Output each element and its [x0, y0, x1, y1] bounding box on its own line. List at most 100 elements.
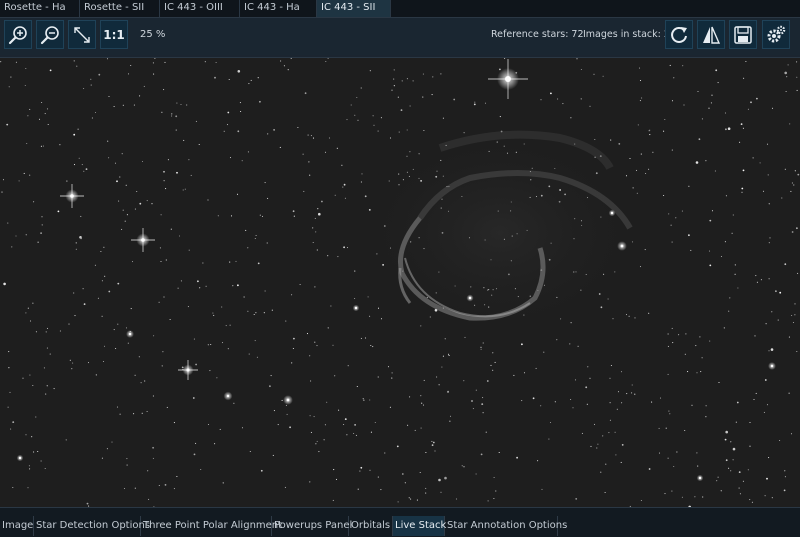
tab-rosette-ha[interactable]: Rosette - Ha: [0, 0, 80, 17]
star: [327, 255, 329, 257]
star: [629, 157, 631, 160]
star: [377, 307, 380, 309]
tab-live-stack[interactable]: Live Stack: [393, 516, 446, 536]
star: [580, 98, 582, 100]
star: [103, 246, 105, 248]
star: [73, 292, 75, 294]
star: [94, 111, 97, 114]
star: [593, 423, 596, 425]
star: [297, 126, 299, 129]
star: [290, 58, 292, 60]
star: [182, 189, 184, 191]
star: [701, 357, 703, 359]
star: [720, 255, 723, 258]
star: [792, 321, 795, 324]
star: [143, 85, 145, 87]
star: [271, 309, 273, 311]
star: [775, 290, 777, 293]
tab-ic443-oiii[interactable]: IC 443 - OIII: [160, 0, 240, 17]
star: [29, 108, 31, 110]
star: [217, 215, 219, 217]
star: [343, 183, 346, 186]
star: [25, 434, 27, 436]
star: [118, 200, 120, 202]
one-to-one-button[interactable]: 1:1: [100, 20, 128, 49]
star: [425, 487, 427, 489]
star: [369, 70, 371, 72]
tab-orbitals[interactable]: Orbitals: [349, 516, 393, 536]
tab-star-annotation-options[interactable]: Star Annotation Options: [445, 516, 567, 536]
star: [209, 370, 211, 372]
star: [131, 261, 134, 263]
star: [736, 401, 739, 404]
settings-gears-icon: [767, 25, 786, 42]
star: [225, 325, 227, 327]
tab-rosette-sii[interactable]: Rosette - SII: [80, 0, 160, 17]
star: [696, 452, 698, 454]
star: [173, 422, 175, 424]
star: [29, 374, 31, 376]
star: [663, 130, 665, 132]
star: [791, 314, 793, 317]
star: [347, 365, 349, 367]
star: [523, 372, 526, 374]
star: [299, 283, 301, 286]
star: [691, 404, 693, 406]
star: [239, 102, 241, 104]
settings-button[interactable]: [762, 20, 790, 49]
star-field-image[interactable]: [0, 58, 800, 508]
star: [557, 98, 559, 100]
star: [481, 403, 484, 405]
star: [159, 247, 161, 249]
star: [7, 406, 9, 408]
tab-ic443-ha[interactable]: IC 443 - Ha: [240, 0, 317, 17]
star: [521, 400, 523, 402]
star: [357, 488, 359, 490]
star: [87, 362, 90, 364]
star: [724, 112, 727, 114]
star: [391, 377, 393, 379]
star: [724, 241, 726, 243]
star: [609, 402, 611, 404]
star: [204, 61, 206, 63]
star: [769, 237, 771, 239]
star: [380, 318, 383, 320]
tab-star-detection-options[interactable]: Star Detection Options: [34, 516, 150, 536]
star: [229, 324, 231, 326]
star: [139, 95, 141, 97]
tab-ic443-sii[interactable]: IC 443 - SII: [317, 0, 391, 17]
star: [83, 170, 85, 172]
tab-three-point-polar-alignment[interactable]: Three Point Polar Alignment: [141, 516, 282, 536]
star: [316, 249, 318, 251]
fit-to-window-button[interactable]: [68, 20, 96, 49]
save-button[interactable]: [729, 20, 757, 49]
star: [343, 423, 345, 426]
flip-image-button[interactable]: [697, 20, 725, 49]
star: [83, 303, 86, 305]
reset-stack-button[interactable]: [665, 20, 693, 49]
star: [794, 303, 796, 305]
star: [455, 498, 458, 500]
star: [404, 482, 406, 484]
star: [705, 160, 707, 162]
tab-image[interactable]: Image: [0, 516, 34, 536]
star: [423, 129, 425, 132]
zoom-in-button[interactable]: [4, 20, 32, 49]
star: [771, 311, 773, 313]
star: [422, 73, 424, 75]
star: [116, 180, 118, 183]
star: [742, 480, 744, 482]
star: [760, 279, 762, 281]
star: [11, 246, 13, 248]
star: [43, 367, 45, 369]
star: [715, 69, 718, 72]
star: [247, 247, 249, 249]
tab-powerups-panel[interactable]: Powerups Panel: [272, 516, 352, 536]
star: [133, 413, 135, 415]
star: [678, 334, 680, 336]
star: [243, 296, 245, 298]
image-viewer[interactable]: [0, 57, 800, 508]
star: [152, 446, 155, 449]
zoom-out-button[interactable]: [36, 20, 64, 49]
star: [171, 113, 173, 115]
